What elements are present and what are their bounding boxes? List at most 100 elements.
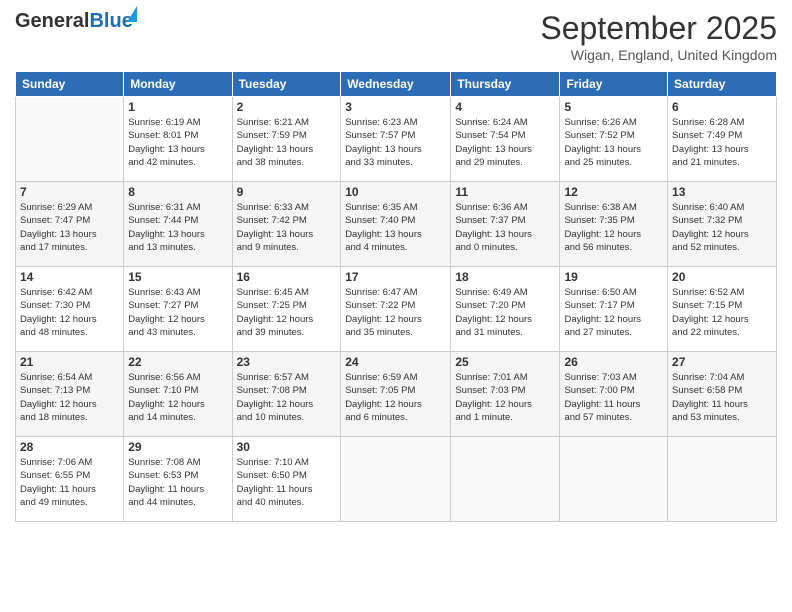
day-info: Sunrise: 6:59 AM Sunset: 7:05 PM Dayligh… — [345, 371, 446, 424]
day-number: 23 — [237, 355, 337, 369]
month-title: September 2025 — [540, 10, 777, 47]
day-info: Sunrise: 6:52 AM Sunset: 7:15 PM Dayligh… — [672, 286, 772, 339]
calendar-cell: 21 Sunrise: 6:54 AM Sunset: 7:13 PM Dayli… — [16, 352, 124, 437]
calendar-cell: 13 Sunrise: 6:40 AM Sunset: 7:32 PM Dayli… — [668, 182, 777, 267]
calendar-cell: 30 Sunrise: 7:10 AM Sunset: 6:50 PM Dayli… — [232, 437, 341, 522]
calendar-cell: 15Sunrise: 6:43 AM Sunset: 7:27 PM Dayli… — [124, 267, 232, 352]
calendar-cell: 14 Sunrise: 6:42 AM Sunset: 7:30 PM Dayli… — [16, 267, 124, 352]
calendar-cell: 22 Sunrise: 6:56 AM Sunset: 7:10 PM Dayli… — [124, 352, 232, 437]
day-info: Sunrise: 6:42 AM Sunset: 7:30 PM Dayligh… — [20, 286, 119, 339]
weekday-header-row: Sunday Monday Tuesday Wednesday Thursday… — [16, 72, 777, 97]
day-number: 2 — [237, 100, 337, 114]
header-saturday: Saturday — [668, 72, 777, 97]
logo: GeneralBlue — [15, 10, 133, 33]
day-number: 13 — [672, 185, 772, 199]
calendar-cell: 2 Sunrise: 6:21 AM Sunset: 7:59 PM Daylig… — [232, 97, 341, 182]
day-info: Sunrise: 6:57 AM Sunset: 7:08 PM Dayligh… — [237, 371, 337, 424]
calendar-cell: 1 Sunrise: 6:19 AM Sunset: 8:01 PM Daylig… — [124, 97, 232, 182]
day-info: Sunrise: 6:38 AM Sunset: 7:35 PM Dayligh… — [564, 201, 663, 254]
logo-triangle — [127, 6, 137, 22]
calendar-cell: 24 Sunrise: 6:59 AM Sunset: 7:05 PM Dayli… — [341, 352, 451, 437]
day-number: 25 — [455, 355, 555, 369]
location: Wigan, England, United Kingdom — [540, 47, 777, 63]
day-info: Sunrise: 6:23 AM Sunset: 7:57 PM Dayligh… — [345, 116, 446, 169]
day-info: Sunrise: 6:40 AM Sunset: 7:32 PM Dayligh… — [672, 201, 772, 254]
day-info: Sunrise: 7:08 AM Sunset: 6:53 PM Dayligh… — [128, 456, 227, 509]
calendar-cell: 27 Sunrise: 7:04 AM Sunset: 6:58 PM Dayli… — [668, 352, 777, 437]
day-number: 16 — [237, 270, 337, 284]
day-number: 28 — [20, 440, 119, 454]
calendar-cell: 20 Sunrise: 6:52 AM Sunset: 7:15 PM Dayli… — [668, 267, 777, 352]
calendar-cell: 25 Sunrise: 7:01 AM Sunset: 7:03 PM Dayli… — [451, 352, 560, 437]
logo-general: General — [15, 10, 89, 32]
calendar-cell — [451, 437, 560, 522]
day-info: Sunrise: 6:21 AM Sunset: 7:59 PM Dayligh… — [237, 116, 337, 169]
day-info: Sunrise: 6:29 AM Sunset: 7:47 PM Dayligh… — [20, 201, 119, 254]
day-info: Sunrise: 7:04 AM Sunset: 6:58 PM Dayligh… — [672, 371, 772, 424]
header-tuesday: Tuesday — [232, 72, 341, 97]
day-number: 4 — [455, 100, 555, 114]
day-info: Sunrise: 6:31 AM Sunset: 7:44 PM Dayligh… — [128, 201, 227, 254]
week-row-3: 14 Sunrise: 6:42 AM Sunset: 7:30 PM Dayli… — [16, 267, 777, 352]
calendar-cell: 6 Sunrise: 6:28 AM Sunset: 7:49 PM Daylig… — [668, 97, 777, 182]
calendar-cell: 8Sunrise: 6:31 AM Sunset: 7:44 PM Daylig… — [124, 182, 232, 267]
calendar-cell: 3 Sunrise: 6:23 AM Sunset: 7:57 PM Daylig… — [341, 97, 451, 182]
header-monday: Monday — [124, 72, 232, 97]
day-number: 29 — [128, 440, 227, 454]
day-number: 6 — [672, 100, 772, 114]
calendar-cell: 7Sunrise: 6:29 AM Sunset: 7:47 PM Daylig… — [16, 182, 124, 267]
calendar-cell: 12 Sunrise: 6:38 AM Sunset: 7:35 PM Dayli… — [560, 182, 668, 267]
day-info: Sunrise: 6:19 AM Sunset: 8:01 PM Dayligh… — [128, 116, 227, 169]
day-number: 12 — [564, 185, 663, 199]
calendar-cell: 18 Sunrise: 6:49 AM Sunset: 7:20 PM Dayli… — [451, 267, 560, 352]
calendar-cell: 17Sunrise: 6:47 AM Sunset: 7:22 PM Dayli… — [341, 267, 451, 352]
calendar-cell: 10Sunrise: 6:35 AM Sunset: 7:40 PM Dayli… — [341, 182, 451, 267]
day-info: Sunrise: 7:10 AM Sunset: 6:50 PM Dayligh… — [237, 456, 337, 509]
header-thursday: Thursday — [451, 72, 560, 97]
day-number: 22 — [128, 355, 227, 369]
day-info: Sunrise: 6:50 AM Sunset: 7:17 PM Dayligh… — [564, 286, 663, 339]
week-row-5: 28Sunrise: 7:06 AM Sunset: 6:55 PM Dayli… — [16, 437, 777, 522]
calendar-cell: 16Sunrise: 6:45 AM Sunset: 7:25 PM Dayli… — [232, 267, 341, 352]
calendar: Sunday Monday Tuesday Wednesday Thursday… — [15, 71, 777, 522]
calendar-cell: 9Sunrise: 6:33 AM Sunset: 7:42 PM Daylig… — [232, 182, 341, 267]
calendar-cell: 29 Sunrise: 7:08 AM Sunset: 6:53 PM Dayli… — [124, 437, 232, 522]
day-number: 20 — [672, 270, 772, 284]
calendar-cell — [16, 97, 124, 182]
header-wednesday: Wednesday — [341, 72, 451, 97]
calendar-cell: 4 Sunrise: 6:24 AM Sunset: 7:54 PM Daylig… — [451, 97, 560, 182]
day-info: Sunrise: 6:26 AM Sunset: 7:52 PM Dayligh… — [564, 116, 663, 169]
day-info: Sunrise: 6:28 AM Sunset: 7:49 PM Dayligh… — [672, 116, 772, 169]
calendar-cell: 5Sunrise: 6:26 AM Sunset: 7:52 PM Daylig… — [560, 97, 668, 182]
day-number: 24 — [345, 355, 446, 369]
calendar-cell: 23 Sunrise: 6:57 AM Sunset: 7:08 PM Dayli… — [232, 352, 341, 437]
header: GeneralBlue September 2025 Wigan, Englan… — [15, 10, 777, 63]
day-info: Sunrise: 6:54 AM Sunset: 7:13 PM Dayligh… — [20, 371, 119, 424]
day-info: Sunrise: 7:01 AM Sunset: 7:03 PM Dayligh… — [455, 371, 555, 424]
day-info: Sunrise: 6:49 AM Sunset: 7:20 PM Dayligh… — [455, 286, 555, 339]
day-number: 21 — [20, 355, 119, 369]
calendar-cell: 28Sunrise: 7:06 AM Sunset: 6:55 PM Dayli… — [16, 437, 124, 522]
day-info: Sunrise: 6:33 AM Sunset: 7:42 PM Dayligh… — [237, 201, 337, 254]
week-row-2: 7Sunrise: 6:29 AM Sunset: 7:47 PM Daylig… — [16, 182, 777, 267]
calendar-cell — [668, 437, 777, 522]
week-row-1: 1 Sunrise: 6:19 AM Sunset: 8:01 PM Daylig… — [16, 97, 777, 182]
calendar-cell: 26Sunrise: 7:03 AM Sunset: 7:00 PM Dayli… — [560, 352, 668, 437]
day-number: 14 — [20, 270, 119, 284]
day-info: Sunrise: 6:47 AM Sunset: 7:22 PM Dayligh… — [345, 286, 446, 339]
calendar-cell: 19 Sunrise: 6:50 AM Sunset: 7:17 PM Dayli… — [560, 267, 668, 352]
header-sunday: Sunday — [16, 72, 124, 97]
header-friday: Friday — [560, 72, 668, 97]
day-info: Sunrise: 6:56 AM Sunset: 7:10 PM Dayligh… — [128, 371, 227, 424]
day-number: 18 — [455, 270, 555, 284]
day-number: 30 — [237, 440, 337, 454]
day-info: Sunrise: 6:24 AM Sunset: 7:54 PM Dayligh… — [455, 116, 555, 169]
day-number: 3 — [345, 100, 446, 114]
day-number: 26 — [564, 355, 663, 369]
day-number: 10 — [345, 185, 446, 199]
day-number: 19 — [564, 270, 663, 284]
day-number: 11 — [455, 185, 555, 199]
day-number: 27 — [672, 355, 772, 369]
week-row-4: 21 Sunrise: 6:54 AM Sunset: 7:13 PM Dayli… — [16, 352, 777, 437]
day-number: 1 — [128, 100, 227, 114]
